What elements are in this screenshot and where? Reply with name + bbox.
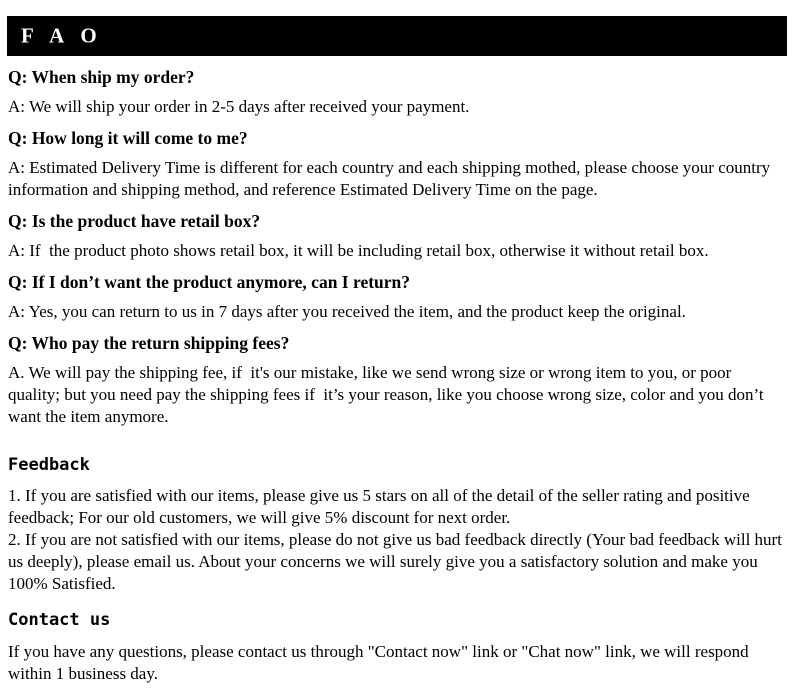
feedback-section: Feedback 1. If you are satisfied with ou… [8,454,784,595]
feedback-body: 1. If you are satisfied with our items, … [8,485,784,595]
faq-question: Q: If I don’t want the product anymore, … [8,272,411,292]
faq-item: Q: Is the product have retail box? A: If… [8,210,784,262]
feedback-heading: Feedback [8,455,90,475]
faq-answer: A: We will ship your order in 2-5 days a… [8,97,470,116]
faq-answer: A: Yes, you can return to us in 7 days a… [8,302,686,321]
contact-body: If you have any questions, please contac… [8,642,749,683]
faq-item: Q: How long it will come to me? A: Estim… [8,127,784,201]
feedback-item: 2. If you are not satisfied with our ite… [8,530,782,593]
faq-page: F A O Q: When ship my order? A: We will … [0,0,800,700]
faq-content: Q: When ship my order? A: We will ship y… [8,66,784,685]
faq-answer: A: Estimated Delivery Time is different … [8,158,775,199]
faq-banner-title: F A O [21,23,103,48]
faq-banner: F A O [7,16,787,56]
faq-answer: A. We will pay the shipping fee, if it's… [8,363,768,426]
faq-question: Q: When ship my order? [8,67,195,87]
faq-item: Q: If I don’t want the product anymore, … [8,271,784,323]
feedback-item: 1. If you are satisfied with our items, … [8,486,750,527]
contact-section: Contact us If you have any questions, pl… [8,609,784,685]
faq-question: Q: How long it will come to me? [8,128,248,148]
faq-item: Q: When ship my order? A: We will ship y… [8,66,784,118]
contact-heading: Contact us [8,610,111,630]
faq-question: Q: Who pay the return shipping fees? [8,333,290,353]
faq-item: Q: Who pay the return shipping fees? A. … [8,332,784,428]
faq-question: Q: Is the product have retail box? [8,211,261,231]
faq-answer: A: If the product photo shows retail box… [8,241,709,260]
